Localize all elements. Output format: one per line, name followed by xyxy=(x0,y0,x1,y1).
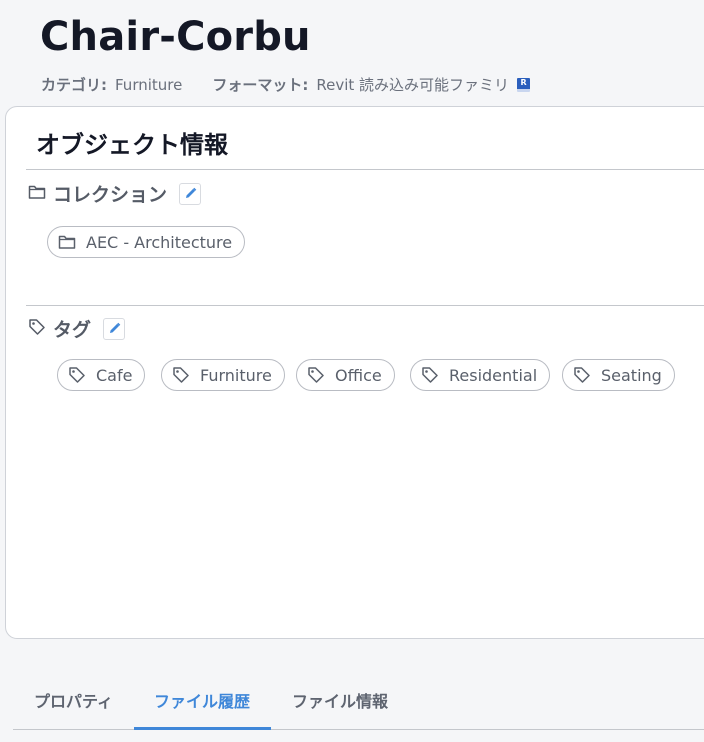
tag-chip[interactable]: Cafe xyxy=(57,359,146,391)
tags-label: タグ xyxy=(53,319,92,341)
collection-label: コレクション xyxy=(53,184,168,206)
active-tab-indicator xyxy=(134,727,271,730)
tab-file-info[interactable]: ファイル情報 xyxy=(292,688,388,712)
divider xyxy=(26,169,704,170)
tag-chip-label: Seating xyxy=(601,365,662,385)
tag-icon xyxy=(422,367,438,383)
tag-chip-label: Cafe xyxy=(96,365,133,385)
category-value: Furniture xyxy=(115,75,183,94)
tags-section-header: タグ xyxy=(28,315,126,342)
object-meta: カテゴリ: Furniture フォーマット: Revit 読み込み可能ファミリ… xyxy=(41,74,531,95)
object-info-card: オブジェクト情報 コレクション AEC - Architecture タグ Ca… xyxy=(5,106,704,639)
tag-icon xyxy=(173,367,189,383)
tab-bar: プロパティ ファイル履歴 ファイル情報 xyxy=(0,676,704,730)
format-value: Revit 読み込み可能ファミリ xyxy=(316,76,510,94)
card-title: オブジェクト情報 xyxy=(36,131,228,159)
edit-tags-button[interactable] xyxy=(103,317,126,340)
tag-icon xyxy=(69,367,85,383)
page-title: Chair-Corbu xyxy=(40,14,311,60)
collection-chip-label: AEC - Architecture xyxy=(86,232,233,252)
format-label: フォーマット: xyxy=(212,76,309,94)
pencil-icon xyxy=(185,187,196,198)
tab-file-history[interactable]: ファイル履歴 xyxy=(154,688,250,712)
tag-icon xyxy=(28,318,46,340)
folder-icon xyxy=(28,184,46,204)
revit-file-icon: R xyxy=(517,77,531,92)
collection-chip[interactable]: AEC - Architecture xyxy=(47,226,246,258)
collection-section-header: コレクション xyxy=(28,180,202,207)
tag-chip-label: Residential xyxy=(449,365,538,385)
tag-chip[interactable]: Furniture xyxy=(161,359,285,391)
category-label: カテゴリ: xyxy=(41,76,107,94)
pencil-icon xyxy=(109,322,120,333)
tag-icon xyxy=(308,367,324,383)
edit-collection-button[interactable] xyxy=(179,182,202,205)
divider xyxy=(26,305,704,306)
tab-properties[interactable]: プロパティ xyxy=(34,688,113,712)
tag-chip[interactable]: Seating xyxy=(562,359,675,391)
tag-chip[interactable]: Office xyxy=(296,359,395,391)
tag-icon xyxy=(574,367,590,383)
folder-icon xyxy=(58,235,76,249)
tag-chip-label: Furniture xyxy=(200,365,272,385)
tag-chip-label: Office xyxy=(335,365,382,385)
tab-bar-divider xyxy=(13,729,704,730)
tag-chip[interactable]: Residential xyxy=(410,359,551,391)
page: Chair-Corbu カテゴリ: Furniture フォーマット: Revi… xyxy=(0,0,704,742)
